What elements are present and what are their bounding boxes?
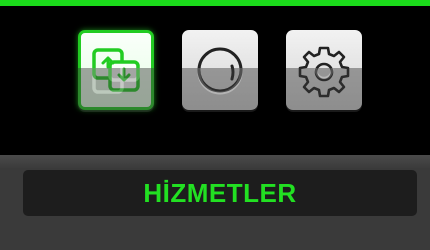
dial-button-reflection xyxy=(182,68,258,112)
services-button-reflection xyxy=(78,68,154,112)
selected-item-label: HİZMETLER xyxy=(143,177,297,208)
icon-reflection xyxy=(0,68,430,112)
reflection-fade xyxy=(0,112,430,156)
selected-item-label-bar: HİZMETLER xyxy=(23,170,417,216)
swap-squares-icon xyxy=(92,68,140,94)
settings-button-reflection xyxy=(286,68,362,112)
gear-icon xyxy=(314,68,334,80)
dial-icon xyxy=(197,68,243,95)
top-accent-bar xyxy=(0,0,430,6)
